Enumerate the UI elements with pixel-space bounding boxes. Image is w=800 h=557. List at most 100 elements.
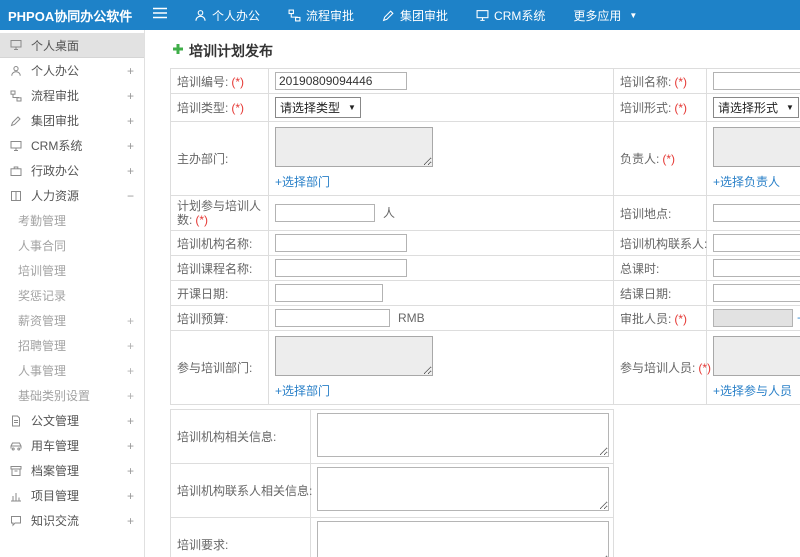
main-content: 培训计划发布 培训编号:(*) 培训名称:(*) 培训类型:(*) 请选择类型▼… (146, 30, 800, 557)
sidebar-item-training-mgmt[interactable]: 培训管理 (0, 258, 144, 283)
monitor-icon (476, 9, 489, 22)
form-table-bottom: 培训机构相关信息: 培训机构联系人相关信息: 培训要求: 附件资料: +附件上传 (170, 409, 614, 557)
sidebar-item-label: 档案管理 (31, 464, 80, 478)
field-label: 培训机构联系人相关信息: (170, 463, 312, 518)
sidebar-item-label: 薪资管理 (18, 314, 67, 328)
sidebar-item-personal-office[interactable]: 个人办公 + (0, 58, 144, 83)
training-form-select[interactable]: 请选择形式 ▼ (713, 97, 799, 118)
sidebar-item-reward-records[interactable]: 奖惩记录 (0, 283, 144, 308)
leader-textarea[interactable] (713, 127, 800, 167)
sidebar-item-archive-mgmt[interactable]: 档案管理 + (0, 458, 144, 483)
expand-icon: + (126, 488, 134, 503)
monitor-icon (10, 140, 24, 152)
expand-icon: + (126, 313, 134, 328)
briefcase-icon (10, 165, 24, 177)
flow-icon (288, 9, 301, 22)
form-row: 参与培训部门: +选择部门 参与培训人员: (*) +选择参与人员 (170, 330, 800, 405)
sidebar-item-personnel-mgmt[interactable]: 人事管理 + (0, 358, 144, 383)
required-mark: (*) (674, 311, 688, 326)
nav-crm-system[interactable]: CRM系统 (462, 0, 559, 30)
training-no-input[interactable] (275, 72, 407, 90)
select-department-link[interactable]: +选择部门 (275, 175, 330, 189)
sidebar-item-attendance-mgmt[interactable]: 考勤管理 (0, 208, 144, 233)
sidebar-item-crm-system[interactable]: CRM系统 + (0, 133, 144, 158)
sidebar-item-basic-category-settings[interactable]: 基础类别设置 + (0, 383, 144, 408)
form-row: 计划参与培训人数: (*) 人 培训地点: (170, 195, 800, 231)
training-name-input[interactable] (713, 72, 800, 90)
sidebar-item-process-approval[interactable]: 流程审批 + (0, 83, 144, 108)
join-personnel-textarea[interactable] (713, 336, 800, 376)
required-mark: (*) (231, 74, 245, 89)
page-header: 培训计划发布 (146, 30, 800, 68)
car-icon (10, 440, 24, 452)
nav-personal-office[interactable]: 个人办公 (180, 0, 274, 30)
page-title: 培训计划发布 (189, 43, 273, 59)
sidebar-item-personal-desktop[interactable]: 个人桌面 (0, 33, 144, 58)
sidebar-item-label: 个人办公 (31, 64, 80, 78)
total-hours-input[interactable] (713, 259, 800, 277)
sidebar-item-label: CRM系统 (31, 139, 83, 153)
expand-icon: + (126, 463, 134, 478)
nav-group-approval[interactable]: 集团审批 (368, 0, 462, 30)
sidebar-item-document-mgmt[interactable]: 公文管理 + (0, 408, 144, 433)
expand-icon: + (126, 163, 134, 178)
field-label: 培训类型: (*) (170, 93, 269, 122)
budget-input[interactable] (275, 309, 390, 327)
select-leader-link[interactable]: +选择负责人 (713, 175, 780, 189)
hamburger-icon (152, 6, 168, 25)
form-row: 培训要求: (170, 517, 614, 557)
field-label: 培训课程名称: (170, 255, 269, 281)
sidebar-item-human-resources[interactable]: 人力资源 − (0, 183, 144, 208)
field-label: 培训机构相关信息: (170, 409, 311, 464)
required-mark: (*) (195, 213, 209, 227)
approver-input[interactable] (713, 309, 793, 327)
field-label: 审批人员: (*) (613, 305, 707, 331)
expand-icon: + (126, 513, 134, 528)
start-date-input[interactable] (275, 284, 383, 302)
join-department-textarea[interactable] (275, 336, 433, 376)
training-location-input[interactable] (713, 204, 800, 222)
sidebar-item-recruit-mgmt[interactable]: 招聘管理 + (0, 333, 144, 358)
training-plan-form: 培训编号:(*) 培训名称:(*) 培训类型:(*) 请选择类型▼ 培训形式:(… (170, 68, 800, 557)
training-requirements-textarea[interactable] (317, 521, 609, 557)
sidebar-item-label: 知识交流 (31, 514, 80, 528)
sidebar-item-personnel-contract[interactable]: 人事合同 (0, 233, 144, 258)
org-name-input[interactable] (275, 234, 407, 252)
select-join-personnel-link[interactable]: +选择参与人员 (713, 384, 792, 398)
participant-count-input[interactable] (275, 204, 375, 222)
select-join-department-link[interactable]: +选择部门 (275, 384, 330, 398)
sidebar-item-label: 人事管理 (18, 364, 67, 378)
field-label: 开课日期: (170, 280, 269, 306)
sidebar-item-group-approval[interactable]: 集团审批 + (0, 108, 144, 133)
sidebar-item-project-mgmt[interactable]: 项目管理 + (0, 483, 144, 508)
nav-more-apps[interactable]: 更多应用 ▼ (559, 0, 651, 30)
expand-icon: + (126, 113, 134, 128)
menu-toggle[interactable] (148, 6, 180, 25)
project-icon (10, 490, 24, 502)
nav-process-approval[interactable]: 流程审批 (274, 0, 368, 30)
form-row: 培训机构名称: 培训机构联系人: (170, 230, 800, 256)
field-label: 培训机构联系人: (613, 230, 707, 256)
host-department-textarea[interactable] (275, 127, 433, 167)
field-label: 培训机构名称: (170, 230, 269, 256)
org-info-textarea[interactable] (317, 413, 609, 457)
sidebar-item-admin-office[interactable]: 行政办公 + (0, 158, 144, 183)
sidebar-item-vehicle-mgmt[interactable]: 用车管理 + (0, 433, 144, 458)
field-label: 培训编号: (*) (170, 68, 269, 94)
topbar: PHPOA协同办公软件 个人办公 流程审批 集团审批 CRM系统 更多应用 ▼ (0, 0, 800, 30)
desktop-icon (10, 39, 24, 51)
org-contact-info-textarea[interactable] (317, 467, 609, 511)
form-row: 主办部门: +选择部门 负责人: (*) +选择负责人 (170, 121, 800, 196)
course-name-input[interactable] (275, 259, 407, 277)
nav-label: CRM系统 (494, 8, 546, 23)
sidebar-item-knowledge-exchange[interactable]: 知识交流 + (0, 508, 144, 533)
unit-label: 人 (383, 206, 396, 220)
chat-icon (10, 515, 24, 527)
training-type-select[interactable]: 请选择类型 ▼ (275, 97, 361, 118)
chevron-down-icon: ▼ (786, 103, 794, 112)
sidebar-item-label: 基础类别设置 (18, 389, 91, 403)
org-contact-input[interactable] (713, 234, 800, 252)
sidebar-item-salary-mgmt[interactable]: 薪资管理 + (0, 308, 144, 333)
end-date-input[interactable] (713, 284, 800, 302)
required-mark: (*) (698, 361, 712, 375)
